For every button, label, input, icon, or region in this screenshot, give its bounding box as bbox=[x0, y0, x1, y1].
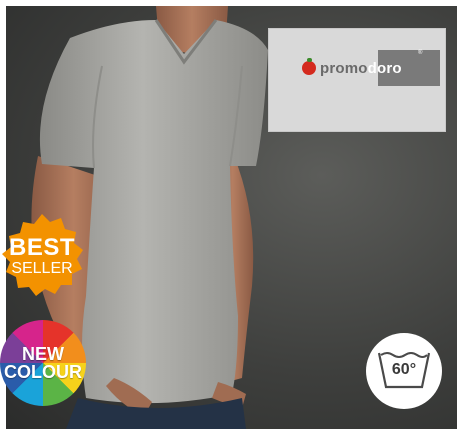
wash-temperature: 60° bbox=[391, 361, 417, 378]
new-colour-line1: NEW bbox=[22, 343, 64, 364]
registered-mark: ® bbox=[418, 50, 423, 56]
logo-text-promo: promo bbox=[320, 59, 368, 77]
bestseller-badge: BEST SELLER bbox=[0, 212, 86, 300]
new-colour-line2: COLOUR bbox=[4, 362, 82, 382]
logo-text-doro: doro bbox=[367, 59, 402, 77]
bestseller-line2: SELLER bbox=[11, 259, 73, 277]
new-colour-badge: NEW COLOUR bbox=[0, 320, 86, 406]
bestseller-line1: BEST bbox=[8, 233, 75, 261]
promodoro-logo: promo doro ® bbox=[268, 28, 446, 132]
tomato-icon bbox=[302, 58, 316, 75]
product-image-frame: promo doro ® BEST SELLER NEW COLOUR 60° bbox=[0, 0, 463, 435]
